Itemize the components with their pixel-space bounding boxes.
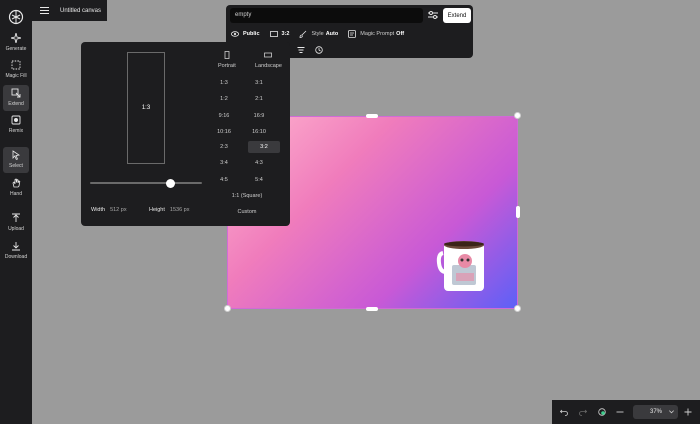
resize-handle-bottom[interactable] [366, 307, 378, 311]
eye-icon [231, 31, 239, 37]
ratio-option[interactable]: 4:3 [243, 157, 275, 169]
height-readout: Height 1536 px [149, 207, 189, 213]
zoom-out-icon[interactable] [616, 408, 624, 416]
height-label: Height [149, 207, 165, 213]
custom-ratio-button[interactable]: Custom [217, 206, 277, 218]
aspect-preview-label: 1:3 [141, 105, 151, 111]
sliders-icon[interactable] [427, 9, 439, 21]
ratio-option[interactable]: 16:10 [243, 126, 275, 138]
tool-extend[interactable]: Extend [3, 85, 29, 111]
tool-magic-fill-label: Magic Fill [5, 73, 27, 79]
remix-icon [11, 115, 21, 125]
tool-download-label: Download [4, 254, 28, 260]
aspect-slider-thumb[interactable] [166, 179, 175, 188]
app-logo-icon[interactable] [8, 9, 24, 25]
magic-fill-icon [11, 60, 21, 70]
download-icon [12, 242, 20, 251]
ratio-option[interactable]: 16:9 [243, 110, 275, 122]
ratio-option[interactable]: 3:1 [243, 77, 275, 89]
portrait-label: Portrait [218, 63, 236, 69]
aspect-slider-track[interactable] [90, 182, 202, 184]
tool-remix-label: Remix [8, 128, 24, 134]
chevron-down-icon [669, 410, 674, 414]
hamburger-menu-icon[interactable] [40, 6, 49, 15]
aspect-preview: 1:3 [127, 52, 165, 164]
hand-icon [12, 178, 21, 188]
extend-icon [11, 88, 21, 98]
left-toolbar: Generate Magic Fill Extend Remix Select … [0, 0, 32, 424]
ratio-option[interactable]: 1:3 [208, 77, 240, 89]
tool-hand[interactable]: Hand [3, 175, 29, 201]
filter-icon[interactable] [297, 46, 305, 54]
tool-generate[interactable]: Generate [3, 30, 29, 56]
tool-select[interactable]: Select [3, 147, 29, 173]
tool-remix[interactable]: Remix [3, 112, 29, 138]
tool-upload[interactable]: Upload [3, 210, 29, 236]
upload-icon [12, 213, 20, 222]
landscape-column-header: Landscape [255, 51, 282, 69]
canvas-title[interactable]: Untitled canvas [60, 8, 101, 14]
prompt-options: Public 3:2 Style Auto Magic Prompt Off [231, 30, 414, 38]
tool-download[interactable]: Download [3, 238, 29, 264]
portrait-column-header: Portrait [218, 51, 236, 69]
prompt-extra-icons [297, 46, 333, 54]
zoom-in-icon[interactable] [684, 408, 692, 416]
resize-handle-top[interactable] [366, 114, 378, 118]
tool-extend-label: Extend [8, 101, 24, 107]
redo-icon[interactable] [579, 408, 587, 416]
resize-handle-bottom-right[interactable] [514, 305, 521, 312]
brush-icon [300, 30, 307, 38]
undo-icon[interactable] [560, 408, 568, 416]
resize-handle-bottom-left[interactable] [224, 305, 231, 312]
portrait-icon [224, 51, 230, 59]
ratio-option[interactable]: 10:16 [208, 126, 240, 138]
resize-handle-top-right[interactable] [514, 112, 521, 119]
extend-button[interactable]: Extend [443, 8, 471, 23]
ratio-option-square[interactable]: 1:1 (Square) [217, 190, 277, 202]
landscape-icon [264, 52, 273, 58]
ratio-option-selected[interactable]: 3:2 [248, 141, 280, 153]
resize-handle-right[interactable] [516, 206, 520, 218]
height-value: 1536 px [169, 207, 190, 213]
magic-prompt-label: Magic Prompt [360, 31, 395, 37]
magic-prompt-toggle[interactable]: Magic Prompt Off [348, 30, 404, 38]
layers-icon[interactable] [598, 408, 606, 416]
aspect-ratio-label: 3:2 [281, 31, 290, 37]
history-icon[interactable] [315, 46, 323, 54]
magic-prompt-value: Off [396, 31, 405, 37]
prompt-input[interactable] [230, 8, 423, 23]
zoom-bar: 37% [552, 400, 700, 424]
aspect-ratio-dropdown: 1:3 Width 512 px Height 1536 px Portrait L… [81, 42, 290, 226]
ratio-option[interactable]: 1:2 [208, 93, 240, 105]
cursor-icon [12, 150, 21, 160]
sparkle-icon [11, 33, 21, 43]
style-toggle[interactable]: Style Auto [299, 30, 338, 38]
ratio-option[interactable]: 9:16 [208, 110, 240, 122]
width-value: 512 px [110, 207, 127, 213]
landscape-label: Landscape [255, 63, 282, 69]
style-value: Auto [325, 31, 339, 37]
style-label: Style [311, 31, 324, 37]
tool-upload-label: Upload [8, 226, 24, 232]
aspect-ratio-toggle[interactable]: 3:2 [269, 30, 290, 38]
zoom-level-value: 37% [650, 409, 663, 415]
title-bar: Untitled canvas [32, 0, 107, 21]
visibility-label: Public [243, 31, 260, 37]
ratio-option[interactable]: 2:3 [208, 141, 240, 153]
mug-image [436, 241, 484, 291]
width-label: Width [91, 207, 106, 213]
width-readout: Width 512 px [91, 207, 127, 213]
ratio-option[interactable]: 3:4 [208, 157, 240, 169]
aspect-ratio-icon [269, 31, 278, 37]
ratio-option[interactable]: 5:4 [243, 174, 275, 186]
ratio-option[interactable]: 2:1 [243, 93, 275, 105]
magic-prompt-icon [348, 30, 357, 38]
ratio-option[interactable]: 4:5 [208, 174, 240, 186]
visibility-toggle[interactable]: Public [231, 30, 260, 38]
tool-generate-label: Generate [5, 46, 27, 52]
tool-hand-label: Hand [10, 191, 22, 197]
tool-magic-fill[interactable]: Magic Fill [3, 57, 29, 83]
tool-select-label: Select [9, 163, 23, 169]
zoom-level-select[interactable]: 37% [633, 405, 678, 419]
